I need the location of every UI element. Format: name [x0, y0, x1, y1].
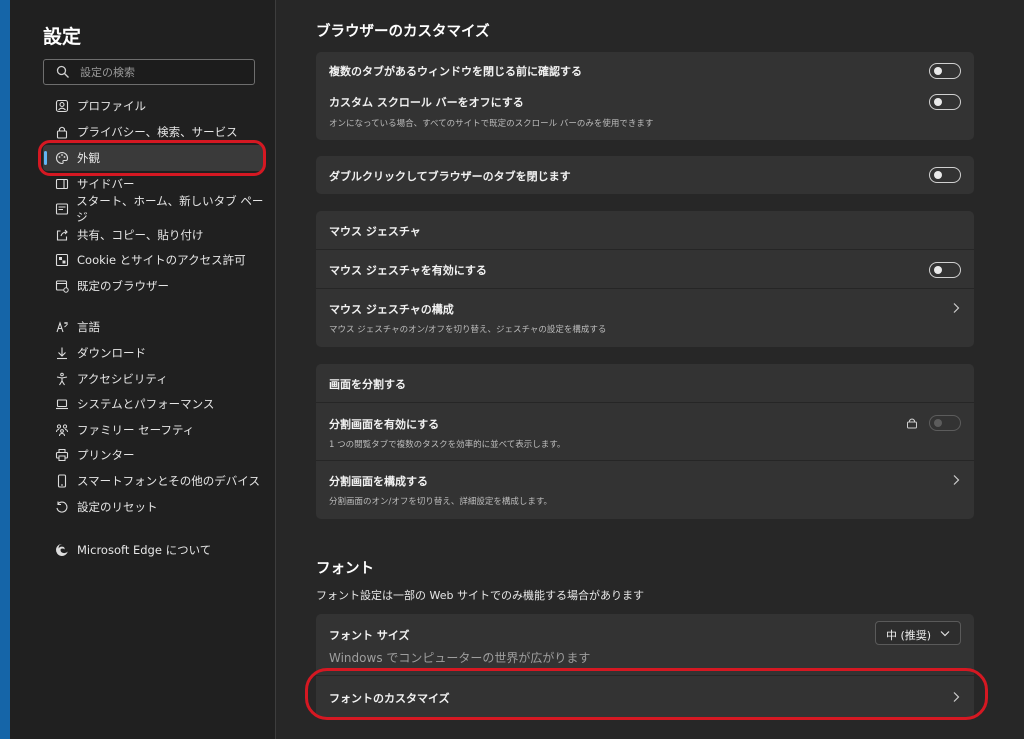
sidebar-item-family[interactable]: ファミリー セーフティ: [43, 418, 265, 442]
sidebar-item-system[interactable]: システムとパフォーマンス: [43, 392, 265, 416]
sidebar-item-privacy[interactable]: プライバシー、検索、サービス: [43, 120, 265, 144]
double-click-close-toggle[interactable]: [929, 167, 961, 183]
sidebar-item-label: 設定のリセット: [77, 500, 158, 514]
sidebar-item-accessibility[interactable]: アクセシビリティ: [43, 367, 265, 391]
custom-scrollbar-toggle[interactable]: [929, 94, 961, 110]
sidebar-item-printers[interactable]: プリンター: [43, 443, 265, 467]
split-screen-config-desc: 分割画面のオン/オフを切り替え、詳細設定を構成します。: [329, 497, 553, 507]
sidebar-item-language[interactable]: 言語: [43, 315, 265, 339]
row-divider: [316, 402, 974, 403]
split-screen-enable-label: 分割画面を有効にする: [329, 418, 440, 431]
settings-main: ブラウザーのカスタマイズ 複数のタブがあるウィンドウを閉じる前に確認する カスタ…: [276, 0, 1024, 739]
mouse-gesture-card: マウス ジェスチャ マウス ジェスチャを有効にする マウス ジェスチャの構成 マ…: [316, 211, 974, 347]
double-click-card: ダブルクリックしてブラウザーのタブを閉じます: [316, 156, 974, 194]
sidebar-item-reset[interactable]: 設定のリセット: [43, 495, 265, 519]
split-screen-config-row[interactable]: 分割画面を構成する 分割画面のオン/オフを切り替え、詳細設定を構成します。: [316, 461, 974, 519]
font-size-label: フォント サイズ: [329, 629, 410, 642]
sidebar-icon: [54, 176, 70, 192]
sidebar-item-phone[interactable]: スマートフォンとその他のデバイス: [43, 469, 265, 493]
profile-icon: [54, 98, 70, 114]
mouse-gesture-enable-label: マウス ジェスチャを有効にする: [329, 264, 487, 277]
font-customize-label: フォントのカスタマイズ: [329, 692, 450, 705]
sidebar-item-appearance[interactable]: 外観: [43, 145, 265, 171]
mouse-gesture-config-row[interactable]: マウス ジェスチャの構成 マウス ジェスチャのオン/オフを切り替え、ジェスチャの…: [316, 289, 974, 347]
download-icon: [54, 345, 70, 361]
sidebar-item-default-browser[interactable]: 既定のブラウザー: [43, 274, 265, 298]
sidebar-item-label: アクセシビリティ: [77, 372, 168, 386]
family-icon: [54, 422, 70, 438]
chevron-down-icon: [940, 631, 950, 637]
sidebar-item-cookies[interactable]: Cookie とサイトのアクセス許可: [43, 248, 265, 272]
split-screen-config-label: 分割画面を構成する: [329, 475, 428, 488]
custom-scrollbar-desc: オンになっている場合、すべてのサイトで既定のスクロール バーのみを使用できます: [329, 119, 654, 129]
chevron-right-icon: [953, 475, 960, 485]
sidebar-item-about-edge[interactable]: Microsoft Edge について: [43, 538, 265, 562]
mouse-gesture-config-desc: マウス ジェスチャのオン/オフを切り替え、ジェスチャの設定を構成する: [329, 325, 607, 335]
browser-custom-card: 複数のタブがあるウィンドウを閉じる前に確認する カスタム スクロール バーをオフ…: [316, 52, 974, 140]
sidebar-item-label: ファミリー セーフティ: [77, 423, 195, 437]
sidebar-item-label: プライバシー、検索、サービス: [77, 125, 238, 139]
sidebar-item-profile[interactable]: プロファイル: [43, 94, 265, 118]
settings-title: 設定: [43, 26, 82, 48]
edge-icon: [54, 542, 70, 558]
sidebar-item-start-home[interactable]: スタート、ホーム、新しいタブ ページ: [43, 194, 265, 224]
sidebar-item-label: 共有、コピー、貼り付け: [77, 228, 204, 242]
printer-icon: [54, 447, 70, 463]
font-customize-row[interactable]: フォントのカスタマイズ: [316, 676, 974, 718]
cookie-icon: [54, 252, 70, 268]
chevron-right-icon: [953, 303, 960, 313]
sidebar-item-label: プロファイル: [77, 99, 146, 113]
sidebar-item-label: Microsoft Edge について: [77, 543, 212, 557]
sidebar-item-label: 既定のブラウザー: [77, 279, 169, 293]
row-divider: [316, 249, 974, 250]
sidebar-item-label: プリンター: [77, 448, 135, 462]
home-icon: [54, 201, 69, 217]
sidebar-item-label: Cookie とサイトのアクセス許可: [77, 253, 246, 267]
split-screen-enable-toggle[interactable]: [929, 415, 961, 431]
confirm-close-label: 複数のタブがあるウィンドウを閉じる前に確認する: [329, 65, 582, 78]
split-screen-header: 画面を分割する: [329, 378, 406, 391]
fonts-title: フォント: [316, 561, 374, 577]
split-screen-card: 画面を分割する 分割画面を有効にする 1 つの閲覧タブで複数のタスクを効率的に並…: [316, 364, 974, 519]
search-icon: [56, 65, 69, 78]
browser-icon: [54, 278, 70, 294]
sidebar-item-label: スタート、ホーム、新しいタブ ページ: [76, 194, 264, 224]
font-size-preview: Windows でコンピューターの世界が広がります: [329, 651, 591, 665]
palette-icon: [54, 150, 70, 166]
sidebar-item-label: スマートフォンとその他のデバイス: [77, 474, 260, 488]
fonts-subtitle: フォント設定は一部の Web サイトでのみ機能する場合があります: [316, 589, 644, 602]
chevron-right-icon: [953, 692, 960, 702]
lock-icon: [907, 418, 917, 429]
search-input[interactable]: [80, 63, 250, 81]
sidebar-item-label: システムとパフォーマンス: [77, 397, 215, 411]
double-click-close-label: ダブルクリックしてブラウザーのタブを閉じます: [329, 170, 571, 183]
laptop-icon: [54, 396, 70, 412]
language-icon: [54, 319, 70, 335]
fonts-card: フォント サイズ Windows でコンピューターの世界が広がります 中 (推奨…: [316, 614, 974, 718]
reset-icon: [54, 499, 70, 515]
share-icon: [54, 227, 70, 243]
font-size-value: 中 (推奨): [886, 629, 932, 642]
sidebar-item-downloads[interactable]: ダウンロード: [43, 341, 265, 365]
sidebar-item-label: 言語: [77, 320, 100, 334]
phone-icon: [54, 473, 70, 489]
browser-custom-title: ブラウザーのカスタマイズ: [316, 24, 490, 40]
sidebar-item-label: 外観: [77, 151, 100, 165]
settings-sidebar: 設定 プロファイル プライバシー、検索、サービス 外観 サイドバー スタート、ホ…: [10, 0, 275, 739]
confirm-close-toggle[interactable]: [929, 63, 961, 79]
custom-scrollbar-label: カスタム スクロール バーをオフにする: [329, 96, 524, 109]
font-size-dropdown[interactable]: 中 (推奨): [875, 621, 961, 645]
sidebar-item-label: サイドバー: [77, 177, 135, 191]
mouse-gesture-config-label: マウス ジェスチャの構成: [329, 303, 454, 316]
mouse-gesture-header: マウス ジェスチャ: [329, 225, 421, 238]
lock-icon: [54, 124, 70, 140]
mouse-gesture-enable-toggle[interactable]: [929, 262, 961, 278]
sidebar-item-label: ダウンロード: [77, 346, 146, 360]
sidebar-item-share[interactable]: 共有、コピー、貼り付け: [43, 223, 265, 247]
search-box[interactable]: [43, 59, 255, 85]
accessibility-icon: [54, 371, 70, 387]
window-edge: [0, 0, 10, 739]
split-screen-enable-desc: 1 つの閲覧タブで複数のタスクを効率的に並べて表示します。: [329, 440, 566, 450]
